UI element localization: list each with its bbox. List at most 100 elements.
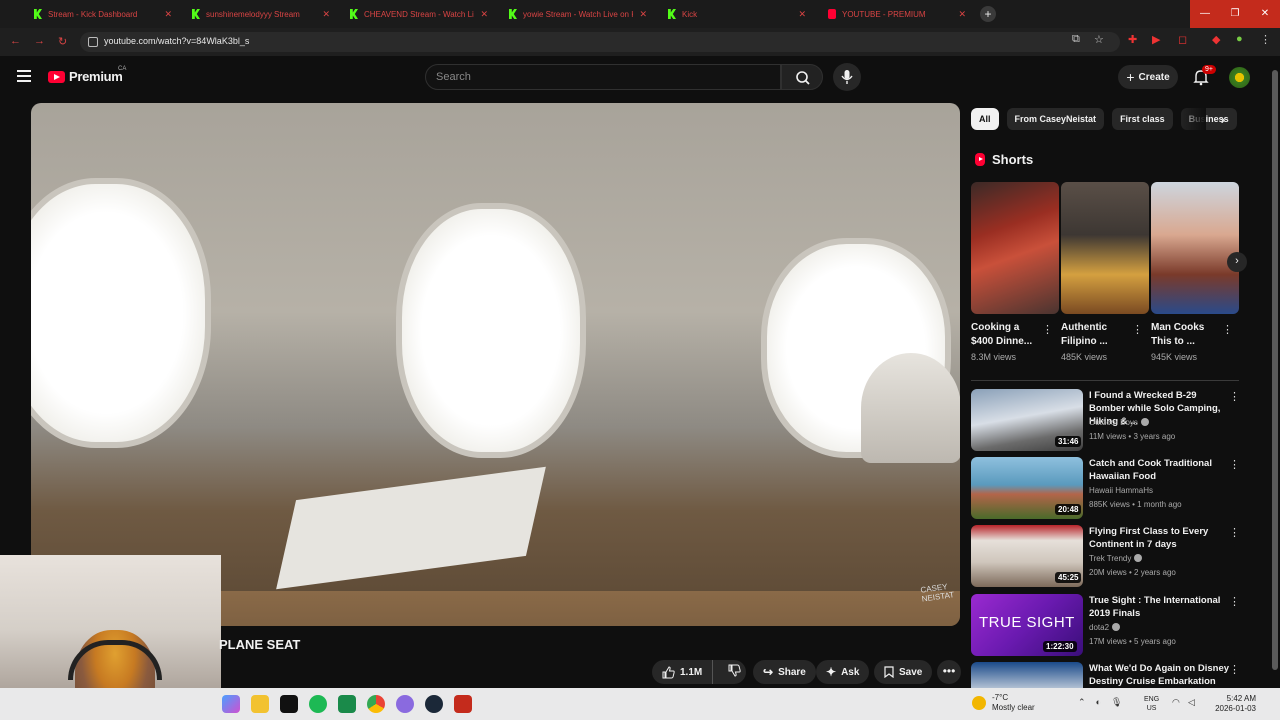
- maximize-icon[interactable]: ❐: [1220, 0, 1250, 28]
- short-thumbnail[interactable]: [1061, 182, 1149, 314]
- more-vert-icon[interactable]: ⋮: [1132, 323, 1143, 336]
- browser-tab-active[interactable]: YOUTUBE - PREMIUM ✕: [822, 4, 972, 24]
- chrome-icon[interactable]: [367, 695, 385, 713]
- bookmark-star-icon[interactable]: ☆: [1094, 33, 1104, 46]
- more-vert-icon[interactable]: ⋮: [1229, 663, 1240, 676]
- language-indicator[interactable]: ENG US: [1144, 695, 1159, 713]
- recommendation-item[interactable]: What We'd Do Again on Disney Destiny Cru…: [971, 662, 1251, 688]
- video-player[interactable]: CASEY NEISTAT: [31, 103, 960, 626]
- browser-tab[interactable]: Kick ✕: [662, 4, 812, 24]
- reload-icon[interactable]: ↻: [58, 35, 67, 48]
- like-button[interactable]: 1.1M: [652, 660, 714, 684]
- page-scrollbar[interactable]: [1272, 56, 1280, 688]
- more-actions-button[interactable]: •••: [937, 660, 961, 684]
- browser-tab[interactable]: Stream - Kick Dashboard ✕: [28, 4, 178, 24]
- channel-name[interactable]: Hawaii HammaHs: [1089, 486, 1153, 495]
- close-tab-icon[interactable]: ✕: [798, 9, 806, 20]
- short-thumbnail[interactable]: [1151, 182, 1239, 314]
- browser-tab[interactable]: sunshinemelodyyy Stream ✕: [186, 4, 336, 24]
- chip-from-caseyneistat[interactable]: From CaseyNeistat: [1006, 108, 1105, 130]
- install-icon[interactable]: ⧉: [1072, 33, 1080, 46]
- new-tab-button[interactable]: +: [980, 6, 996, 22]
- close-tab-icon[interactable]: ✕: [639, 9, 647, 20]
- dislike-button[interactable]: [718, 664, 751, 680]
- chevron-up-icon[interactable]: ⌃: [1078, 697, 1086, 708]
- avatar[interactable]: [1229, 67, 1250, 88]
- more-vert-icon[interactable]: ⋮: [1229, 526, 1240, 539]
- share-icon: ↪: [763, 665, 774, 679]
- clock[interactable]: 5:42 AM 2026-01-03: [1206, 694, 1256, 714]
- extensions-puzzle-icon[interactable]: ◆: [1212, 33, 1220, 46]
- youtube-premium-logo[interactable]: Premium: [48, 69, 123, 84]
- recommendation-item[interactable]: TRUE SIGHT 1:22:30 True Sight : The Inte…: [971, 594, 1251, 658]
- tiktok-icon[interactable]: [280, 695, 298, 713]
- app-icon[interactable]: [338, 695, 356, 713]
- url-field[interactable]: youtube.com/watch?v=84WlaK3bl_s: [80, 32, 1120, 52]
- share-button[interactable]: ↪ Share: [753, 660, 816, 684]
- short-thumbnail[interactable]: [971, 182, 1059, 314]
- chip-first-class[interactable]: First class: [1112, 108, 1173, 130]
- lamp-image: [861, 353, 960, 463]
- spotify-icon[interactable]: [309, 695, 327, 713]
- steam-icon[interactable]: [425, 695, 443, 713]
- volume-icon[interactable]: ◁: [1188, 697, 1195, 708]
- wifi-icon[interactable]: ◠: [1172, 697, 1180, 708]
- more-vert-icon[interactable]: ⋮: [1042, 323, 1053, 336]
- minimize-icon[interactable]: —: [1190, 0, 1220, 28]
- file-explorer-icon[interactable]: [251, 695, 269, 713]
- close-tab-icon[interactable]: ✕: [958, 9, 966, 20]
- create-button[interactable]: + Create: [1118, 65, 1178, 89]
- extension-icon[interactable]: ▶: [1152, 33, 1160, 46]
- recommendation-item[interactable]: 20:48 Catch and Cook Traditional Hawaiia…: [971, 457, 1251, 521]
- forward-icon[interactable]: →: [34, 35, 45, 47]
- browser-tab[interactable]: CHEAVEND Stream - Watch Li ✕: [344, 4, 494, 24]
- chevron-right-icon[interactable]: ›: [1227, 252, 1247, 272]
- weather-widget[interactable]: -7°C Mostly clear: [972, 693, 1035, 713]
- short-card[interactable]: Authentic Filipino ... 485K views ⋮: [1061, 182, 1149, 362]
- system-tray: ⌃ ◐ 🎙: [1078, 697, 1122, 708]
- channel-name[interactable]: Trek Trendy: [1089, 554, 1143, 563]
- network-icon[interactable]: ◐: [1096, 697, 1101, 708]
- copilot-icon[interactable]: [222, 695, 240, 713]
- close-tab-icon[interactable]: ✕: [322, 9, 330, 20]
- profile-icon[interactable]: ●: [1236, 33, 1243, 45]
- shorts-header: Shorts: [975, 152, 1033, 167]
- close-tab-icon[interactable]: ✕: [480, 9, 488, 20]
- extension-icon[interactable]: ✚: [1128, 33, 1137, 46]
- discord-icon[interactable]: [396, 695, 414, 713]
- channel-name[interactable]: dota2: [1089, 623, 1121, 632]
- chevron-right-icon[interactable]: ›: [1213, 108, 1233, 130]
- back-icon[interactable]: ←: [10, 35, 21, 47]
- more-vert-icon[interactable]: ⋮: [1229, 595, 1240, 608]
- extension-icon[interactable]: ◻: [1178, 33, 1187, 46]
- youtube-header: Premium CA Search + Create 9+: [0, 56, 1272, 100]
- short-card[interactable]: Cooking a $400 Dinne... 8.3M views ⋮: [971, 182, 1059, 362]
- browser-tab[interactable]: yowie Stream - Watch Live on K ✕: [503, 4, 653, 24]
- video-thumbnail[interactable]: [971, 662, 1083, 688]
- short-card[interactable]: Man Cooks This to ... 945K views ⋮: [1151, 182, 1239, 362]
- chip-all[interactable]: All: [971, 108, 999, 130]
- save-button[interactable]: Save: [874, 660, 933, 684]
- dota-icon[interactable]: [454, 695, 472, 713]
- search-input[interactable]: Search: [425, 64, 781, 90]
- voice-search-button[interactable]: [833, 63, 861, 91]
- notification-badge: 9+: [1202, 65, 1216, 74]
- browser-menu-icon[interactable]: ⋮: [1260, 33, 1271, 46]
- recommendation-item[interactable]: 31:46 I Found a Wrecked B-29 Bomber whil…: [971, 389, 1251, 453]
- ask-button[interactable]: ✦ Ask: [816, 660, 870, 684]
- close-tab-icon[interactable]: ✕: [164, 9, 172, 20]
- hamburger-menu-icon[interactable]: [17, 70, 31, 82]
- verified-icon: [1112, 623, 1121, 631]
- search-button[interactable]: [781, 64, 823, 90]
- more-vert-icon[interactable]: ⋮: [1222, 323, 1233, 336]
- microphone-icon[interactable]: 🎙: [1111, 697, 1122, 708]
- more-vert-icon[interactable]: ⋮: [1229, 390, 1240, 403]
- verified-icon: [1140, 418, 1149, 426]
- site-info-icon[interactable]: [88, 37, 98, 47]
- close-window-icon[interactable]: ✕: [1250, 0, 1280, 28]
- recommendation-item[interactable]: 45:25 Flying First Class to Every Contin…: [971, 525, 1251, 589]
- search-placeholder: Search: [436, 71, 471, 83]
- scrollbar-thumb[interactable]: [1272, 70, 1278, 670]
- more-vert-icon[interactable]: ⋮: [1229, 458, 1240, 471]
- channel-name[interactable]: Outdoor Boys: [1089, 418, 1149, 427]
